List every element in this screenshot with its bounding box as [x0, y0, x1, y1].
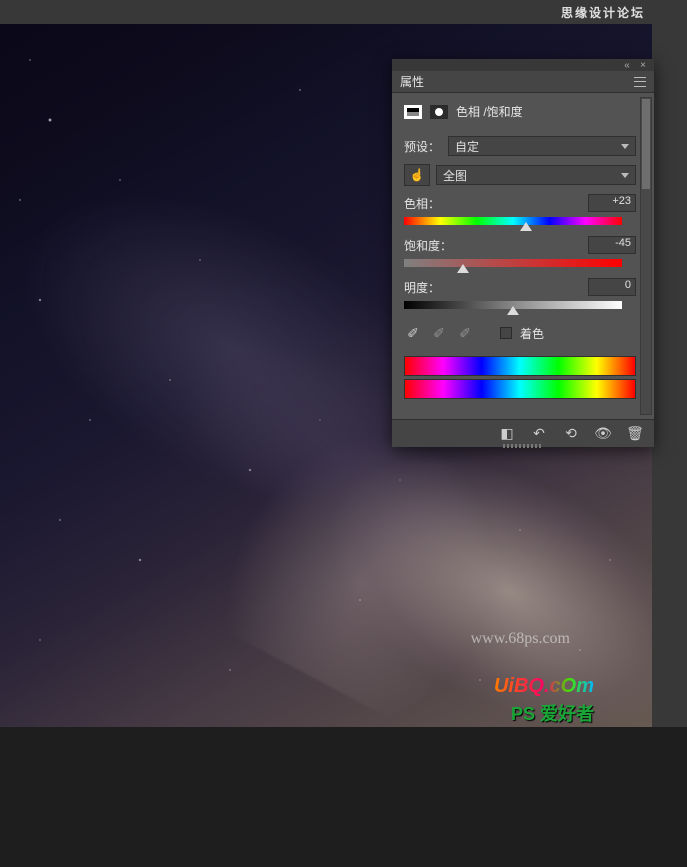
adjustment-name: 色相 /饱和度 — [456, 103, 523, 120]
preset-label: 预设： — [404, 138, 442, 155]
hue-label: 色相： — [404, 195, 440, 212]
close-icon[interactable]: × — [638, 60, 648, 70]
hue-handle[interactable] — [520, 222, 532, 231]
clip-to-layer-icon[interactable]: ◧ — [498, 425, 516, 443]
trash-icon[interactable]: 🗑 — [626, 425, 644, 443]
collapse-icon[interactable]: « — [622, 60, 632, 70]
hand-icon: ☝ — [410, 168, 425, 182]
hue-slider[interactable] — [404, 216, 622, 226]
panel-title: 属性 — [400, 73, 634, 90]
range-select[interactable]: 全图 — [436, 165, 636, 185]
panel-footer: ◧ ↶ ⟲ 👁 🗑 — [392, 419, 654, 447]
mask-icon[interactable] — [430, 105, 448, 119]
adjustment-thumb-icon[interactable] — [404, 105, 422, 119]
preset-select[interactable]: 自定 — [448, 136, 636, 156]
adjustment-header: 色相 /饱和度 — [392, 103, 654, 132]
eyedropper-icon[interactable]: ✐ — [404, 324, 422, 342]
panel-menu-icon[interactable] — [634, 77, 646, 87]
eyedropper-plus-icon[interactable]: ✐ — [430, 324, 448, 342]
chevron-down-icon — [621, 144, 629, 149]
properties-panel: « × 属性 色相 /饱和度 预设： 自定 ☝ 全图 — [392, 59, 654, 447]
range-row: ☝ 全图 — [392, 160, 654, 190]
saturation-slider-row: 饱和度： -45 — [392, 232, 654, 268]
lightness-label: 明度： — [404, 279, 440, 296]
range-value: 全图 — [443, 167, 467, 184]
app-titlebar: 思缘设计论坛 — [0, 0, 687, 24]
hue-track — [404, 217, 622, 225]
panel-body: 色相 /饱和度 预设： 自定 ☝ 全图 色相： +23 — [392, 93, 654, 419]
panel-titlebar[interactable]: 属性 — [392, 71, 654, 93]
lightness-slider-row: 明度： 0 — [392, 274, 654, 310]
view-previous-icon[interactable]: ↶ — [530, 425, 548, 443]
saturation-track — [404, 259, 622, 267]
watermark-68ps: www.68ps.com — [471, 630, 570, 648]
watermark-ps: PS 爱好者 — [511, 700, 594, 726]
saturation-handle[interactable] — [457, 264, 469, 273]
watermark-uibq: UiBQ.cOm — [494, 675, 594, 698]
hue-slider-row: 色相： +23 — [392, 190, 654, 226]
preset-value: 自定 — [455, 138, 479, 155]
site-name: 思缘设计论坛 — [561, 4, 645, 21]
hue-bar-bottom[interactable] — [404, 379, 636, 399]
eyedropper-row: ✐ ✐ ✐ 着色 — [392, 316, 654, 346]
app-rightbar — [652, 0, 687, 727]
targeted-adjust-button[interactable]: ☝ — [404, 164, 430, 186]
saturation-label: 饱和度： — [404, 237, 452, 254]
scrollbar[interactable] — [640, 97, 652, 415]
preset-row: 预设： 自定 — [392, 132, 654, 160]
eyedropper-minus-icon[interactable]: ✐ — [456, 324, 474, 342]
scroll-thumb[interactable] — [642, 99, 650, 189]
saturation-slider[interactable] — [404, 258, 622, 268]
hue-value-input[interactable]: +23 — [588, 194, 636, 212]
lightness-value-input[interactable]: 0 — [588, 278, 636, 296]
hue-bar-top[interactable] — [404, 356, 636, 376]
chevron-down-icon — [621, 173, 629, 178]
reset-icon[interactable]: ⟲ — [562, 425, 580, 443]
visibility-icon[interactable]: 👁 — [594, 425, 612, 443]
panel-topbar: « × — [392, 59, 654, 71]
lightness-slider[interactable] — [404, 300, 622, 310]
colorize-label: 着色 — [520, 325, 544, 342]
colorize-checkbox[interactable] — [500, 327, 512, 339]
resize-grip[interactable] — [503, 444, 543, 448]
lightness-handle[interactable] — [507, 306, 519, 315]
saturation-value-input[interactable]: -45 — [588, 236, 636, 254]
